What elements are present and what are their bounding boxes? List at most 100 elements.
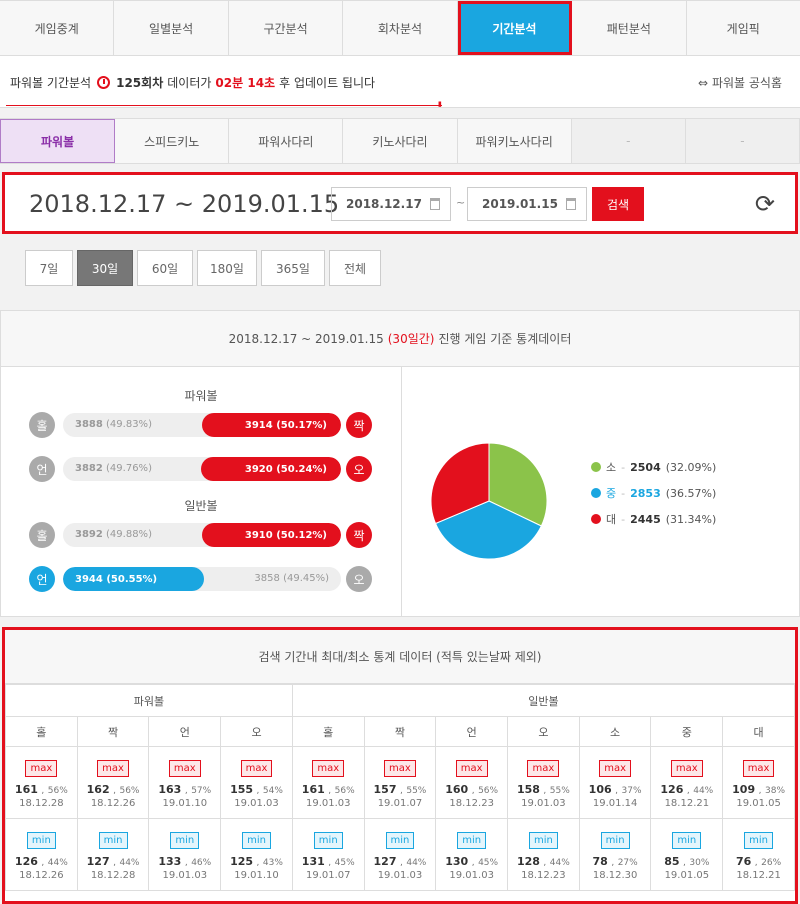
notice-round: 125회차 xyxy=(116,76,164,90)
min-tag: min xyxy=(672,832,702,849)
end-date-input[interactable]: 2019.01.15 xyxy=(467,187,587,221)
min-count: 130 xyxy=(445,855,469,868)
min-count: 128 xyxy=(516,855,540,868)
powerball-title: 파워볼 xyxy=(184,389,218,403)
max-count: 161 xyxy=(14,783,38,796)
column-header: 소 xyxy=(578,716,652,747)
period-button[interactable]: 전체 xyxy=(329,250,381,286)
left-percent: (49.83%) xyxy=(106,419,152,430)
left-percent: (49.88%) xyxy=(106,529,152,540)
legend-item: 중 -2853 (36.57%) xyxy=(591,485,716,501)
min-cell: min 133 , 46% 19.01.03 xyxy=(148,818,222,891)
group-header: 파워볼 xyxy=(5,684,293,717)
max-date: 19.01.03 xyxy=(305,798,351,809)
column-header: 대 xyxy=(722,716,795,747)
right-fill: 3920 (50.24%) xyxy=(201,457,341,481)
max-tag: max xyxy=(97,760,129,777)
min-count: 133 xyxy=(158,855,182,868)
max-count: 155 xyxy=(230,783,254,796)
legend-label: 대 xyxy=(606,513,617,526)
search-button[interactable]: 검색 xyxy=(592,187,644,221)
legend-item: 소 -2504 (32.09%) xyxy=(591,459,716,475)
column-header: 언 xyxy=(148,716,222,747)
period-button[interactable]: 180일 xyxy=(197,250,257,286)
column-header: 홀 xyxy=(291,716,365,747)
game-tab[interactable]: 파워볼 xyxy=(0,119,116,163)
min-tag: min xyxy=(242,832,271,849)
max-cell: max 109 , 38% 19.01.05 xyxy=(722,746,795,819)
min-cell: min 131 , 45% 19.01.07 xyxy=(291,818,365,891)
legend-dot-icon xyxy=(591,462,601,472)
period-button[interactable]: 30일 xyxy=(77,250,133,286)
stats-header: 2018.12.17 ~ 2019.01.15 (30일간) 진행 게임 기준 … xyxy=(1,311,799,367)
max-percent: 56% xyxy=(334,786,355,796)
min-tag: min xyxy=(170,832,200,849)
refresh-icon[interactable]: ⟳ xyxy=(755,192,775,216)
min-cell: min 128 , 44% 18.12.23 xyxy=(507,818,580,891)
period-button[interactable]: 60일 xyxy=(137,250,193,286)
start-date-input[interactable]: 2018.12.17 xyxy=(331,187,451,221)
max-tag: max xyxy=(670,760,703,777)
nav-tab[interactable]: 기간분석 xyxy=(457,1,573,55)
right-outcome-badge: 오 xyxy=(346,566,372,592)
link-icon: ⇔ xyxy=(698,76,709,90)
max-count: 160 xyxy=(445,783,469,796)
max-percent: 56% xyxy=(478,786,499,796)
min-date: 18.12.30 xyxy=(592,870,638,881)
game-tab[interactable]: - xyxy=(685,119,800,163)
nav-tab[interactable]: 패턴분석 xyxy=(572,1,687,55)
right-percent: (49.45%) xyxy=(283,573,329,584)
game-tab[interactable]: 파워사다리 xyxy=(229,119,344,163)
ratio-bar: 3888 (49.83%) 3914 (50.17%) xyxy=(63,413,341,437)
nav-tab[interactable]: 게임중계 xyxy=(0,1,115,55)
period-button[interactable]: 365일 xyxy=(261,250,325,286)
legend-sep: - xyxy=(621,460,626,474)
min-cell: min 127 , 44% 18.12.28 xyxy=(76,818,150,891)
ratio-bar: 3944 (50.55%) 3858 (49.45%) xyxy=(63,567,341,591)
max-date: 19.01.10 xyxy=(162,798,208,809)
right-percent: (50.12%) xyxy=(276,529,327,541)
nav-tab[interactable]: 구간분석 xyxy=(229,1,344,55)
max-cell: max 106 , 37% 19.01.14 xyxy=(578,746,652,819)
nav-tab[interactable]: 회차분석 xyxy=(343,1,458,55)
legend-percent: (36.57%) xyxy=(665,486,717,500)
right-percent: (50.17%) xyxy=(276,419,327,431)
nav-tab[interactable]: 게임픽 xyxy=(687,1,800,55)
right-outcome-badge: 오 xyxy=(346,456,372,482)
calendar-icon[interactable] xyxy=(566,198,576,210)
calendar-icon[interactable] xyxy=(430,198,440,210)
legend-item: 대 -2445 (31.34%) xyxy=(591,511,716,527)
panel-divider xyxy=(401,367,402,617)
official-home-link[interactable]: ⇔ 파워볼 공식홈 xyxy=(698,74,782,91)
max-percent: 38% xyxy=(765,786,786,796)
min-tag: min xyxy=(457,832,487,849)
min-percent: 45% xyxy=(478,858,499,868)
min-percent: 45% xyxy=(334,858,355,868)
max-percent: 54% xyxy=(262,786,283,796)
period-button[interactable]: 7일 xyxy=(25,250,73,286)
stats-header-days: (30일간) xyxy=(387,332,435,346)
right-fill: 3914 (50.17%) xyxy=(201,413,341,437)
legend-label: 소 xyxy=(606,461,617,474)
notice-prefix: 파워볼 기간분석 xyxy=(10,76,92,90)
max-date: 19.01.14 xyxy=(592,798,638,809)
game-tab[interactable]: 스피드키노 xyxy=(115,119,230,163)
max-percent: 56% xyxy=(119,786,140,796)
right-count: 3920 xyxy=(244,463,273,475)
game-tab[interactable]: - xyxy=(571,119,686,163)
min-date: 18.12.21 xyxy=(736,870,781,881)
min-percent: 44% xyxy=(406,858,427,868)
max-percent: 55% xyxy=(549,786,570,796)
max-cell: max 161 , 56% 18.12.28 xyxy=(5,746,78,819)
nav-tab[interactable]: 일별분석 xyxy=(114,1,229,55)
right-outcome-badge: 짝 xyxy=(346,412,372,438)
legend-sep: - xyxy=(621,486,626,500)
game-tab[interactable]: 파워키노사다리 xyxy=(458,119,572,163)
column-header: 짝 xyxy=(76,716,150,747)
min-cell: min 85 , 30% 19.01.05 xyxy=(650,818,724,891)
max-count: 157 xyxy=(373,783,397,796)
min-percent: 26% xyxy=(761,858,782,868)
right-count: 3910 xyxy=(244,529,273,541)
pie-chart xyxy=(430,442,548,560)
game-tab[interactable]: 키노사다리 xyxy=(343,119,458,163)
